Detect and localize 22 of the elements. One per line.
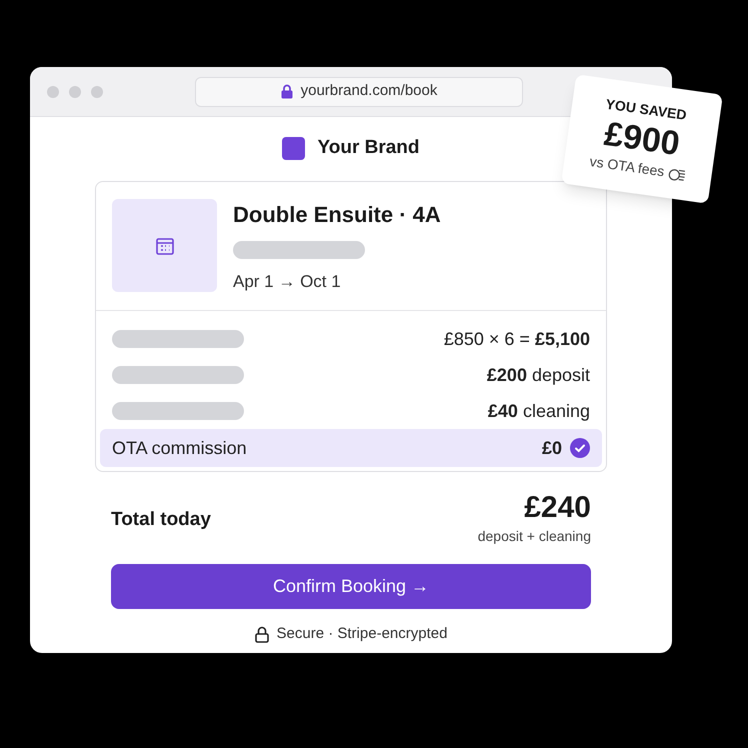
address-bar[interactable]: yourbrand.com/book	[195, 76, 523, 106]
check-icon	[570, 438, 590, 458]
lock-icon	[254, 626, 269, 643]
charge-amount: £200 deposit	[486, 364, 590, 387]
total-note: deposit + cleaning	[478, 527, 591, 546]
brand-name: Your Brand	[317, 136, 420, 160]
commission-amount: £0	[542, 436, 562, 460]
stay-dates: Apr 1 → Oct 1	[233, 270, 342, 292]
badge-heading: YOU SAVED	[604, 94, 688, 123]
commission-label: OTA commission	[112, 436, 247, 460]
total-label: Total today	[111, 508, 211, 532]
lock-icon	[280, 84, 293, 99]
room-title: Double Ensuite · 4A	[233, 200, 441, 228]
url-text: yourbrand.com/book	[300, 81, 438, 102]
window-controls-icon	[46, 84, 104, 98]
charge-amount: £40 cleaning	[488, 400, 590, 423]
total-amount: £240	[524, 490, 591, 526]
brand-logo-icon	[282, 136, 306, 160]
confirm-booking-button[interactable]: Confirm Booking →	[111, 564, 591, 609]
badge-note: vs OTA fees	[588, 153, 666, 182]
charge-amount: £850 × 6 = £5,100	[444, 328, 590, 350]
security-note: Secure · Stripe-encrypted	[276, 624, 448, 644]
